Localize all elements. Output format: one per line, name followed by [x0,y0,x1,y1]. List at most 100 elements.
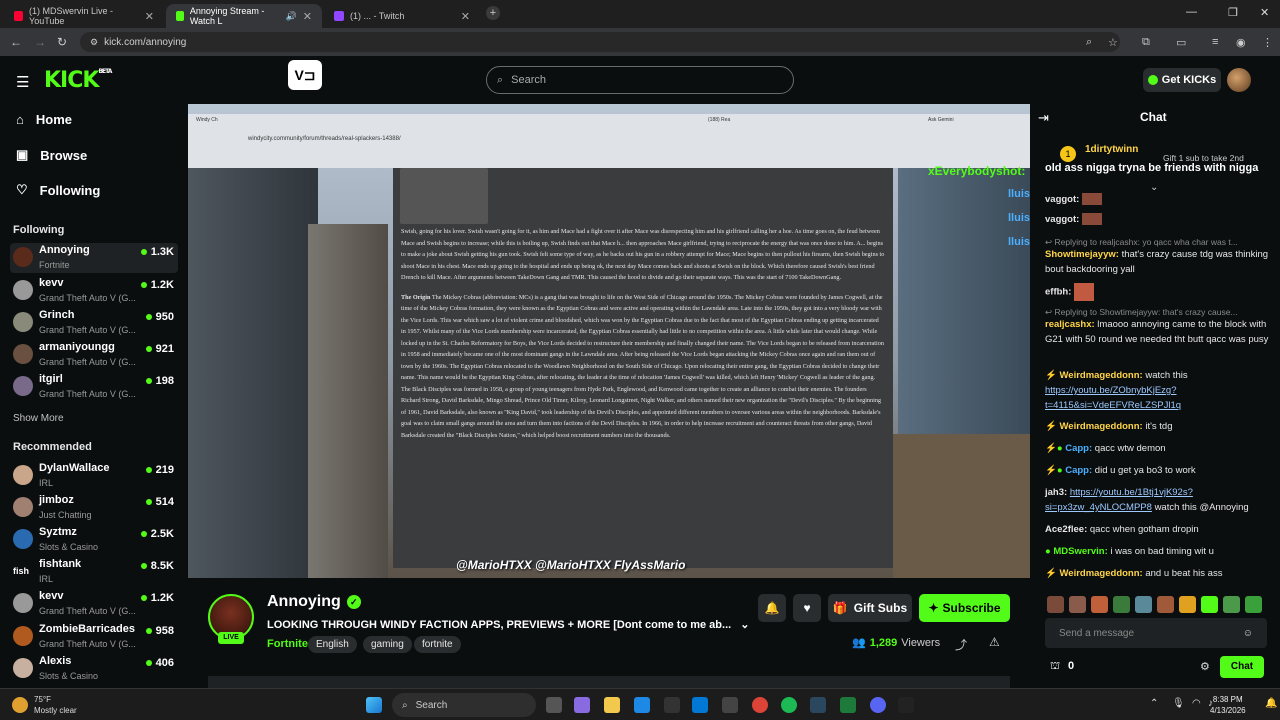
chevron-down-icon[interactable]: ⌄ [740,619,749,631]
tray-chevron-icon[interactable]: ⌃ [1150,698,1158,709]
minimize-icon[interactable]: — [1186,6,1197,18]
wifi-icon[interactable]: ◠ [1192,698,1201,709]
chat-username[interactable]: vaggot: [1045,194,1079,205]
nav-browse[interactable]: ▣ Browse [16,147,87,163]
notification-bell-icon[interactable]: 🔔 [1265,698,1277,709]
chat-username[interactable]: vaggot: [1045,214,1079,225]
extension-overlay-icon[interactable]: V⊐ [288,60,322,90]
subscribe-button[interactable]: ✦ Subscribe [919,594,1010,622]
emote-icon[interactable] [1223,596,1240,613]
close-window-icon[interactable]: ✕ [1260,6,1269,19]
new-tab-button[interactable]: + [486,6,500,20]
menu-dots-icon[interactable]: ⋮ [1262,36,1273,49]
forward-icon[interactable]: → [34,35,46,49]
sidebar-channel-alexis[interactable]: Alexis Slots & Casino 406 [10,654,178,684]
tag-fortnite[interactable]: fortnite [414,636,461,653]
send-chat-button[interactable]: Chat [1220,656,1264,678]
sidebar-channel-annoying[interactable]: Annoying Fortnite 1.3K [10,243,178,273]
sidebar-channel-kevv[interactable]: kevv Grand Theft Auto V (G... 1.2K [10,589,178,619]
maximize-icon[interactable]: ❐ [1228,6,1238,19]
chat-link[interactable]: https://youtu.be/ZObnybKjEzg?t=4115&si=V… [1045,385,1181,411]
sidebar-channel-dylanwallace[interactable]: DylanWallace IRL 219 [10,461,178,491]
kick-logo[interactable]: KICKBETA [44,68,112,93]
user-avatar[interactable] [1227,68,1251,92]
collapse-chat-icon[interactable]: ⇥ [1038,110,1049,126]
gift-subs-button[interactable]: 🎁 Gift Subs [828,594,912,622]
chat-username[interactable]: Capp: [1065,443,1092,454]
emote-icon[interactable] [1135,596,1152,613]
app-icon[interactable] [722,697,738,713]
streamer-name[interactable]: Annoying ✓ [267,593,361,611]
browser-tab-active[interactable]: Annoying Stream - Watch L 🔊 ✕ [166,4,322,28]
xbox-icon[interactable] [840,697,856,713]
mic-icon[interactable]: 🎙 [1172,698,1185,709]
weather-icon[interactable] [12,697,28,713]
sidebar-channel-jimboz[interactable]: jimboz Just Chatting 514 [10,493,178,523]
outlook-icon[interactable] [692,697,708,713]
emote-icon[interactable] [1069,596,1086,613]
sidebar-channel-zombiebarricades[interactable]: ZombieBarricades Grand Theft Auto V (G..… [10,622,178,652]
epic-games-icon[interactable] [898,697,914,713]
sidebar-channel-fishtank[interactable]: fish fishtank IRL 8.5K [10,557,178,587]
chrome-icon[interactable] [752,697,768,713]
chat-username[interactable]: effbh: [1045,287,1071,298]
emote-icon[interactable] [1113,596,1130,613]
taskbar-clock[interactable]: 8:38 PM 4/13/2026 [1210,694,1246,716]
emote-icon[interactable] [1047,596,1064,613]
back-icon[interactable]: ← [10,35,22,49]
chat-username[interactable]: Weirdmageddonn: [1059,568,1142,579]
windows-start-icon[interactable] [366,697,382,713]
browser-tab[interactable]: (1) MDSwervin Live - YouTube ✕ [4,4,164,28]
chat-message-input[interactable]: Send a message ☺ [1045,618,1267,648]
browser-tab[interactable]: (1) ... - Twitch ✕ [324,4,480,28]
zoom-icon[interactable]: ⌕ [1086,36,1092,49]
show-more-link[interactable]: Show More [13,413,64,424]
tag-gaming[interactable]: gaming [363,636,412,653]
chat-username[interactable]: realjcashx: [1045,319,1095,330]
sidebar-channel-grinch[interactable]: Grinch Grand Theft Auto V (G... 950 [10,308,178,338]
store-icon[interactable] [664,697,680,713]
copilot-icon[interactable] [574,697,590,713]
share-icon[interactable]: ⤴ [955,636,967,653]
follow-heart-button[interactable]: ♥ [793,594,821,622]
spotify-icon[interactable] [781,697,797,713]
video-player[interactable]: Windy Ch (188) Rea Ask Gemini windycity.… [188,104,1030,578]
chat-username[interactable]: MDSwervin: [1053,546,1107,557]
chat-username[interactable]: jah3: [1045,487,1067,498]
extensions-icon[interactable]: ⧉ [1142,36,1150,49]
chat-username[interactable]: Showtimejayyw: [1045,249,1119,260]
emote-icon[interactable] [1201,596,1218,613]
notification-bell-button[interactable]: 🔔 [758,594,786,622]
report-warning-icon[interactable]: ⚠ [989,635,1000,649]
points-icon[interactable]: ⛫ [1050,660,1060,674]
emote-icon[interactable] [1245,596,1262,613]
chat-username[interactable]: Capp: [1065,465,1092,476]
media-icon[interactable]: ≡ [1212,36,1218,48]
chat-username[interactable]: Weirdmageddonn: [1059,421,1142,432]
bookmark-star-icon[interactable]: ☆ [1108,36,1118,49]
steam-icon[interactable] [810,697,826,713]
chat-username[interactable]: Weirdmageddonn: [1059,370,1142,381]
close-tab-icon[interactable]: ✕ [461,10,470,23]
emoji-picker-icon[interactable]: ☺ [1243,628,1253,639]
taskbar-search[interactable]: ⌕ Search [392,693,536,717]
discord-icon[interactable] [870,697,886,713]
nav-following[interactable]: ♡ Following [16,182,100,198]
tag-english[interactable]: English [308,636,357,653]
site-info-icon[interactable]: ⚙ [90,37,98,48]
speaker-icon[interactable]: 🔊 [286,11,297,22]
close-tab-icon[interactable]: ✕ [145,10,154,23]
file-explorer-icon[interactable] [604,697,620,713]
sidebar-channel-kevv[interactable]: kevv Grand Theft Auto V (G... 1.2K [10,276,178,306]
search-input[interactable]: ⌕ Search [486,66,794,94]
sidebar-channel-itgirl[interactable]: itgirl Grand Theft Auto V (G... 198 [10,372,178,402]
sidebar-channel-syztmz[interactable]: Syztmz Slots & Casino 2.5K [10,525,178,555]
profile-icon[interactable]: ◉ [1236,36,1246,49]
weather-widget[interactable]: 75°F Mostly clear [34,694,77,716]
task-view-icon[interactable] [546,697,562,713]
chat-username[interactable]: Ace2flee: [1045,524,1087,535]
cast-icon[interactable]: ▭ [1176,36,1186,49]
get-kicks-button[interactable]: Get KICKs [1143,68,1221,92]
emote-icon[interactable] [1091,596,1108,613]
close-tab-icon[interactable]: ✕ [303,10,312,23]
